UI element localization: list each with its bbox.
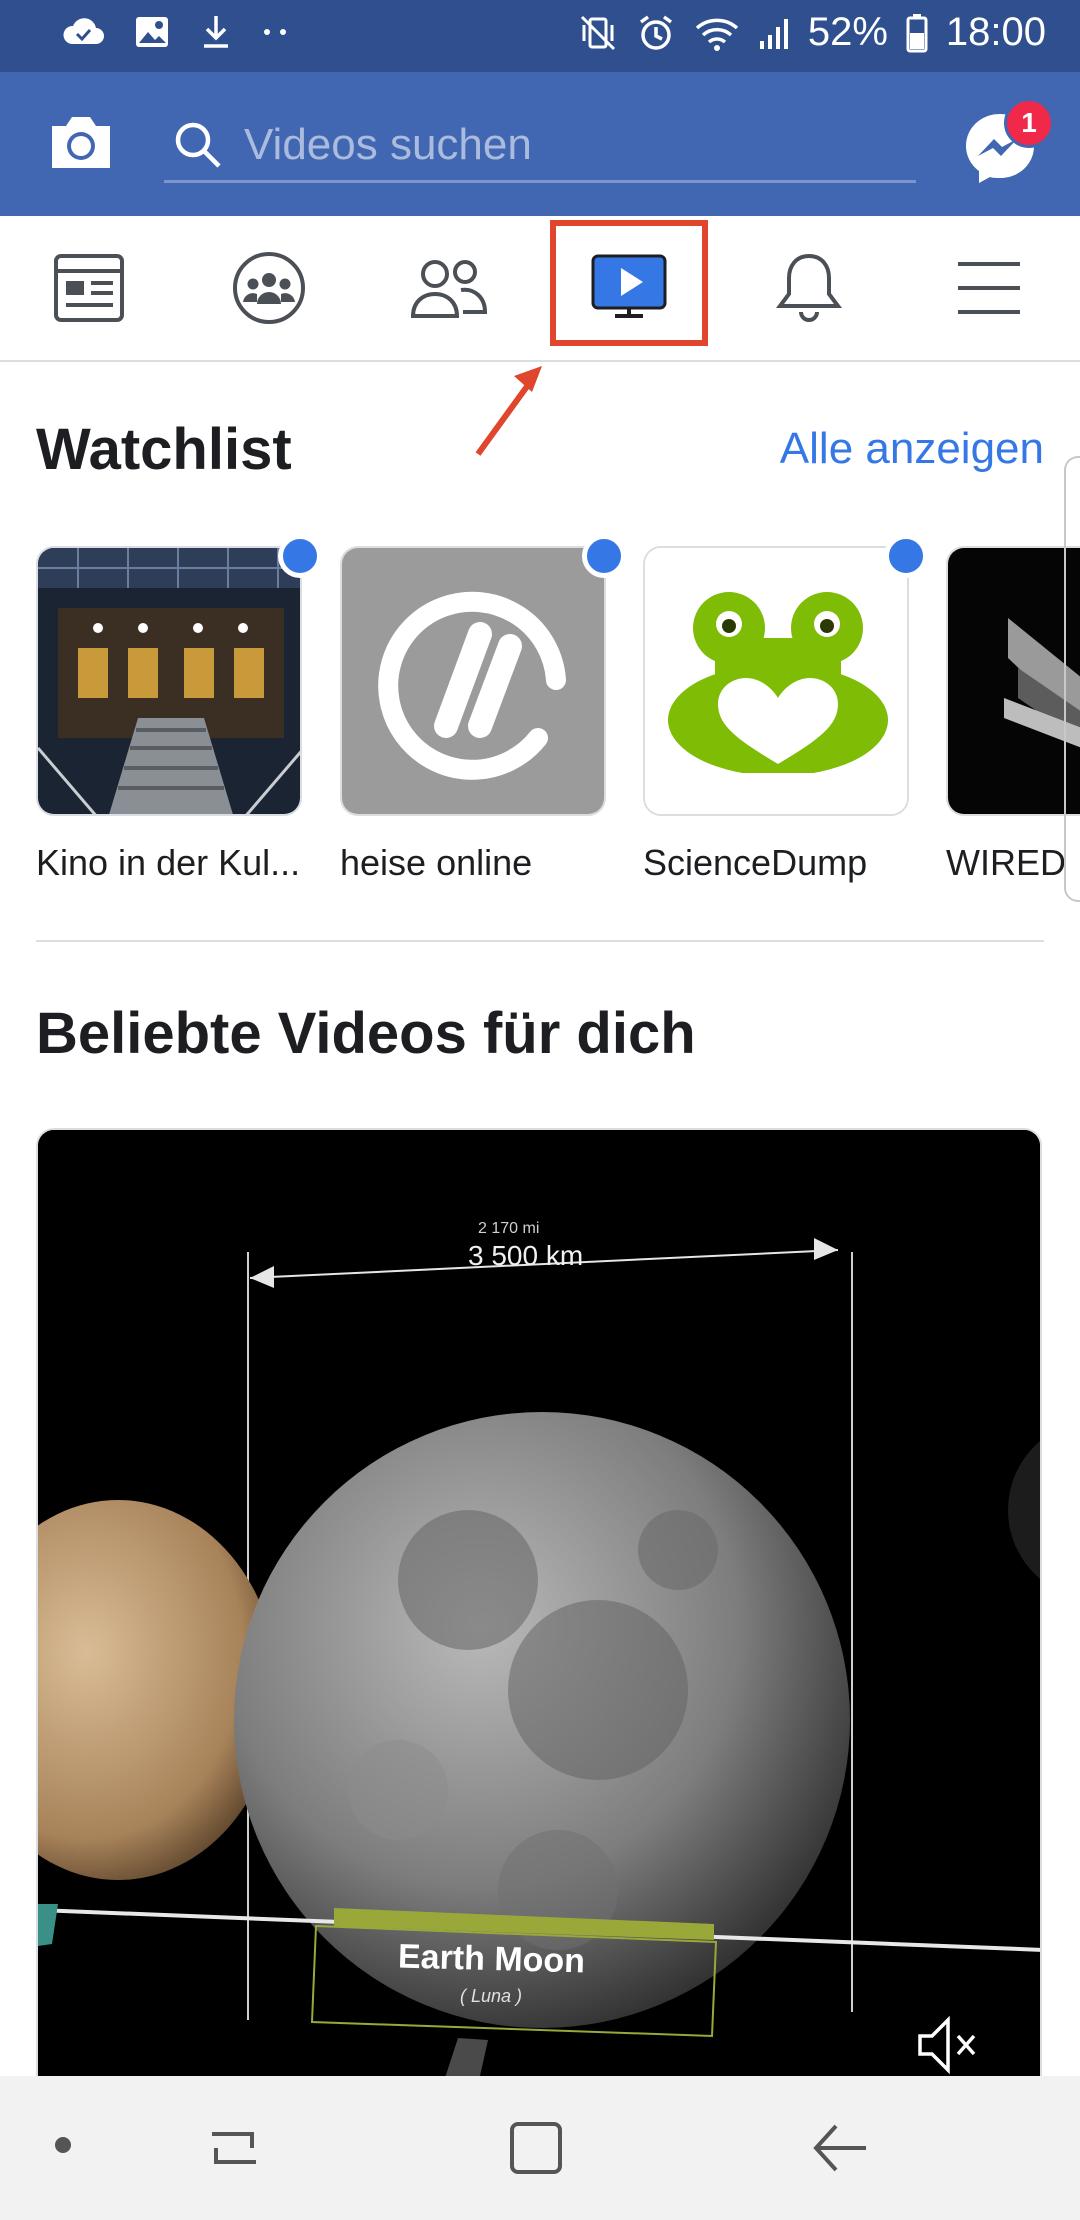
watch-tab-highlight-annotation: [550, 220, 708, 346]
tab-friends[interactable]: [404, 246, 494, 330]
download-icon: [204, 16, 228, 48]
cinema-hall-thumbnail: [38, 548, 300, 814]
more-dots-icon: [264, 29, 286, 35]
watchlist-label: ScienceDump: [643, 842, 868, 883]
search-input[interactable]: [242, 119, 886, 171]
gallery-icon: [136, 17, 168, 47]
video-caption-sub: ( Luna ): [460, 1986, 523, 2006]
battery-icon: [906, 13, 928, 52]
watchlist-item-sciencedump[interactable]: [643, 546, 909, 816]
app-header: [0, 72, 1080, 216]
tab-news-feed[interactable]: [44, 246, 134, 330]
bell-icon: [776, 253, 842, 322]
new-indicator-dot: [884, 534, 928, 578]
hamburger-icon: [958, 262, 1020, 314]
video-player[interactable]: 2 170 mi 3 500 km Earth Moon ( Luna ): [36, 1128, 1042, 2128]
signal-icon: [759, 18, 788, 49]
see-all-link[interactable]: Alle anzeigen: [780, 424, 1044, 474]
watchlist-item-wired[interactable]: [946, 546, 1080, 816]
friends-icon: [410, 260, 488, 318]
back-arrow-icon[interactable]: [810, 2120, 870, 2176]
tab-menu[interactable]: [944, 246, 1034, 330]
status-bar: 52% 18:00: [0, 0, 1080, 72]
cloud-check-icon: [63, 18, 104, 44]
recent-apps-icon[interactable]: [206, 2120, 262, 2176]
recommended-title: Beliebte Videos für dich: [36, 1001, 696, 1066]
watchlist-item-heise[interactable]: [340, 546, 606, 816]
groups-icon: [233, 252, 305, 324]
camera-icon: [52, 117, 110, 168]
video-caption: Earth Moon: [397, 1937, 586, 1981]
section-divider: [36, 940, 1044, 942]
watchlist-title: Watchlist: [36, 417, 292, 482]
tab-notifications[interactable]: [764, 246, 854, 330]
tab-bar: [0, 216, 1080, 362]
video-measure-km: 3 500 km: [468, 1240, 584, 1271]
wifi-icon: [695, 18, 738, 51]
watchlist-label: heise online: [340, 842, 533, 883]
home-button-icon[interactable]: [508, 2120, 564, 2176]
new-indicator-dot: [582, 534, 626, 578]
vibrate-icon: [580, 15, 615, 50]
messenger-badge: 1: [1004, 98, 1054, 148]
watchlist-label: Kino in der Kul...: [36, 842, 301, 883]
battery-percent: 52%: [807, 10, 888, 54]
status-right: 52% 18:00: [578, 10, 1046, 55]
nav-dot-icon[interactable]: [52, 2134, 74, 2156]
search-icon: [175, 122, 221, 168]
status-left-icons: [62, 14, 288, 50]
watchlist-item-kino[interactable]: [36, 546, 302, 816]
frog-logo: [645, 548, 907, 814]
search-bar[interactable]: [164, 110, 916, 183]
wired-thumbnail: [948, 548, 1080, 814]
watchlist-scroll-edge: [1064, 456, 1080, 902]
alarm-icon: [639, 15, 672, 50]
clock: 18:00: [945, 10, 1046, 54]
new-indicator-dot: [278, 534, 322, 578]
heise-logo: [342, 548, 604, 814]
video-measure-mi: 2 170 mi: [478, 1220, 540, 1237]
watchlist-label: WIRED: [946, 842, 1066, 883]
mute-button[interactable]: [916, 2014, 980, 2076]
speaker-muted-icon: [918, 2015, 976, 2075]
annotation-arrow-icon: [475, 366, 542, 456]
system-nav-bar: [0, 2076, 1080, 2220]
tab-groups[interactable]: [224, 246, 314, 330]
news-feed-icon: [54, 254, 124, 322]
camera-button[interactable]: [46, 112, 116, 174]
